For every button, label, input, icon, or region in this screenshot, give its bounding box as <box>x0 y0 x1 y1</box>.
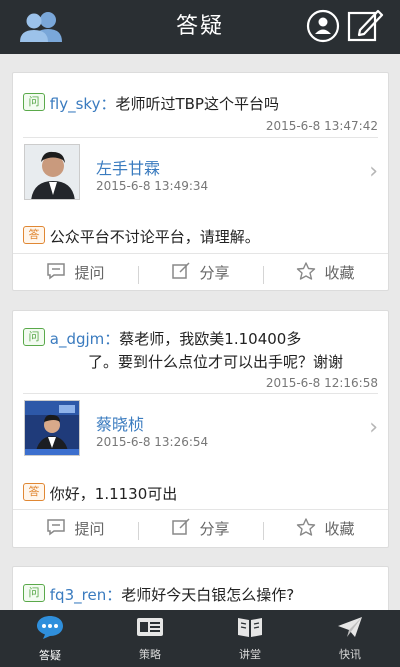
question-user[interactable]: fq3_ren： <box>50 586 121 604</box>
answer-badge: 答 <box>23 483 45 501</box>
question-text: 老师听过TBP这个平台吗 <box>115 95 279 113</box>
favorite-label: 收藏 <box>324 264 355 282</box>
share-button[interactable]: 分享 <box>138 517 263 540</box>
share-label: 分享 <box>199 264 230 282</box>
tab-lecture[interactable]: 讲堂 <box>200 610 300 667</box>
answer-text: 你好，1.1130可出 <box>49 485 178 503</box>
action-bar: 提问 分享 收藏 <box>13 509 388 547</box>
teacher-name[interactable]: 左手甘霖 <box>96 155 160 179</box>
question-badge: 问 <box>23 328 45 346</box>
divider <box>23 393 378 394</box>
qa-card: 问 a_dgjm：蔡老师，我欧美1.10400多 了。要到什么点位才可以出手呢？… <box>12 310 389 548</box>
ask-label: 提问 <box>74 520 105 538</box>
divider <box>23 137 378 138</box>
question-row: 问 a_dgjm：蔡老师，我欧美1.10400多 <box>23 328 378 350</box>
bottom-tab-bar: 答疑 策略 讲堂 快讯 <box>0 610 400 667</box>
share-button[interactable]: 分享 <box>138 261 263 284</box>
paper-plane-icon <box>335 615 365 642</box>
question-row: 问 fly_sky：老师听过TBP这个平台吗 <box>23 93 378 115</box>
favorite-button[interactable]: 收藏 <box>263 517 388 540</box>
question-time: 2015-6-8 12:16:58 <box>265 376 378 390</box>
question-user[interactable]: a_dgjm： <box>50 330 120 348</box>
qa-card: 问 fly_sky：老师听过TBP这个平台吗 2015-6-8 13:47:42… <box>12 72 389 291</box>
answer-time: 2015-6-8 13:26:54 <box>96 435 209 449</box>
teacher-avatar[interactable] <box>24 400 80 456</box>
answer-row: 答 你好，1.1130可出 <box>23 483 378 504</box>
ask-button[interactable]: 提问 <box>13 262 138 284</box>
share-icon <box>171 517 191 540</box>
share-icon <box>171 261 191 284</box>
ask-label: 提问 <box>74 264 105 282</box>
star-icon <box>296 261 316 284</box>
tab-label: 策略 <box>139 648 161 661</box>
qa-feed[interactable]: 问 fly_sky：老师听过TBP这个平台吗 2015-6-8 13:47:42… <box>0 54 400 610</box>
page-title: 答疑 <box>175 14 224 39</box>
question-badge: 问 <box>23 93 45 111</box>
question-text: 老师好今天白银怎么操作? <box>121 586 295 604</box>
qa-card: 问 fq3_ren：老师好今天白银怎么操作? <box>12 566 389 610</box>
teacher-name[interactable]: 蔡晓桢 <box>96 411 144 435</box>
question-text-line2: 了。要到什么点位才可以出手呢？谢谢 <box>88 353 344 371</box>
teacher-avatar[interactable] <box>24 144 80 200</box>
share-label: 分享 <box>199 520 230 538</box>
question-time: 2015-6-8 13:47:42 <box>265 119 378 133</box>
tab-label: 快讯 <box>339 648 361 661</box>
compose-icon[interactable] <box>346 6 384 48</box>
comment-icon <box>46 518 66 540</box>
question-badge: 问 <box>23 584 45 602</box>
star-icon <box>296 517 316 540</box>
strategy-card-icon <box>135 615 165 642</box>
question-row: 问 fq3_ren：老师好今天白银怎么操作? <box>23 584 378 606</box>
answer-row: 答 公众平台不讨论平台，请理解。 <box>23 226 378 247</box>
favorite-label: 收藏 <box>324 520 355 538</box>
profile-icon[interactable] <box>306 9 340 47</box>
answer-time: 2015-6-8 13:49:34 <box>96 179 209 193</box>
answer-text: 公众平台不讨论平台，请理解。 <box>49 228 260 246</box>
chat-bubble-icon <box>35 614 65 643</box>
tab-strategy[interactable]: 策略 <box>100 610 200 667</box>
tab-news[interactable]: 快讯 <box>300 610 400 667</box>
tab-label: 答疑 <box>39 649 61 662</box>
ask-button[interactable]: 提问 <box>13 518 138 540</box>
top-bar: 答疑 <box>0 0 400 54</box>
action-bar: 提问 分享 收藏 <box>13 253 388 291</box>
tab-label: 讲堂 <box>239 648 261 661</box>
comment-icon <box>46 262 66 284</box>
chevron-right-icon[interactable]: › <box>369 415 378 440</box>
book-icon <box>235 615 265 642</box>
question-text: 蔡老师，我欧美1.10400多 <box>119 330 302 348</box>
tab-qa[interactable]: 答疑 <box>0 610 100 667</box>
chevron-right-icon[interactable]: › <box>369 159 378 184</box>
answer-badge: 答 <box>23 226 45 244</box>
question-user[interactable]: fly_sky： <box>50 95 116 113</box>
favorite-button[interactable]: 收藏 <box>263 261 388 284</box>
